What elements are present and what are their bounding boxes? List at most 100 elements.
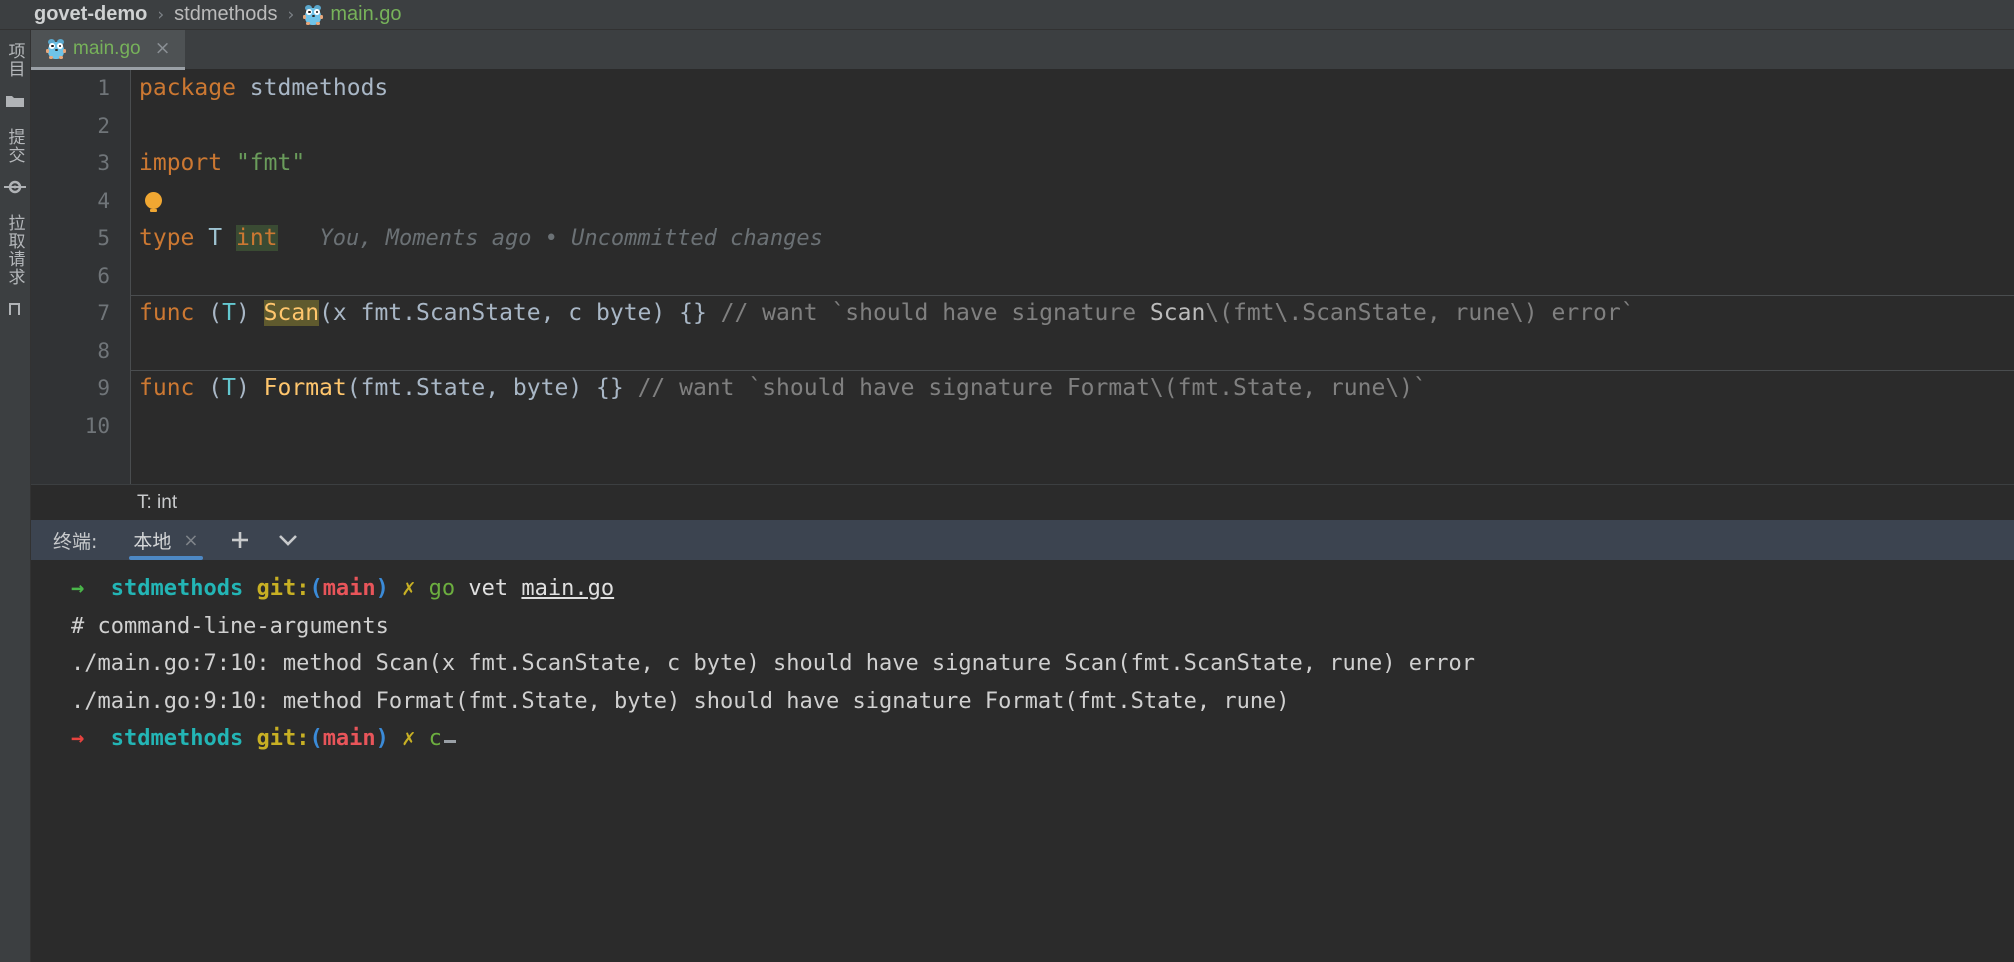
left-tool-rail: 项目 提交 拉取请求 <box>0 30 31 962</box>
terminal-output-line: # command-line-arguments <box>71 608 2014 646</box>
commit-node-icon[interactable] <box>4 174 26 200</box>
space <box>194 300 208 326</box>
keyword-import: import <box>139 150 222 176</box>
command-arg: vet <box>468 576 508 601</box>
function-body: {} <box>596 375 624 401</box>
go-gopher-icon <box>304 5 322 25</box>
terminal-output[interactable]: → stdmethods git:(main) ✗ go vet main.go… <box>31 560 2014 962</box>
sidebar-item-project[interactable]: 项目 <box>3 42 28 78</box>
code-content[interactable]: package stdmethods import "fmt" type T i… <box>131 70 2014 484</box>
breadcrumb-separator-icon: › <box>157 5 164 25</box>
code-line-9: func (T) Format(fmt.State, byte) {} // w… <box>131 370 2014 408</box>
keyword-func: func <box>139 300 194 326</box>
close-icon[interactable]: × <box>183 530 198 551</box>
close-icon[interactable]: × <box>155 39 171 58</box>
code-line-1: package stdmethods <box>131 70 2014 108</box>
keyword-package: package <box>139 75 236 101</box>
terminal-prompt-line: → stdmethods git:(main) ✗ c <box>71 720 2014 758</box>
terminal-tab-local[interactable]: 本地 × <box>123 520 208 560</box>
go-gopher-icon <box>47 39 65 59</box>
line-number: 5 <box>31 220 130 258</box>
terminal-output-line: ./main.go:7:10: method Scan(x fmt.ScanSt… <box>71 645 2014 683</box>
terminal-tab-label: 本地 <box>133 527 171 554</box>
function-body: {} <box>679 300 707 326</box>
prompt-arrow-icon: → <box>71 576 84 601</box>
breadcrumb-separator-icon: › <box>288 5 295 25</box>
prompt-git-label: git: <box>256 576 309 601</box>
paren-open: ( <box>208 375 222 401</box>
line-number: 1 <box>31 70 130 108</box>
breadcrumb-item-package[interactable]: stdmethods <box>174 3 277 26</box>
line-number: 7 <box>31 295 130 333</box>
prompt-branch: main <box>323 726 376 751</box>
editor-tab-label: main.go <box>73 38 141 60</box>
space <box>194 375 208 401</box>
prompt-git-label: git: <box>256 726 309 751</box>
plus-icon[interactable] <box>223 523 257 557</box>
breadcrumb-item-project[interactable]: govet-demo <box>34 3 147 26</box>
line-number-gutter: 1 2 3 4 5 6 7 8 9 10 <box>31 70 131 484</box>
code-line-5: type T int You, Moments ago • Uncommitted… <box>131 220 2014 258</box>
function-name-format: Format <box>264 375 347 401</box>
chevron-down-icon[interactable] <box>271 523 305 557</box>
paren-close: ) <box>376 576 389 601</box>
terminal-title: 终端: <box>53 527 97 554</box>
paren-open: ( <box>309 576 322 601</box>
method-separator <box>131 295 2014 296</box>
code-editor[interactable]: 1 2 3 4 5 6 7 8 9 10 package stdmethods … <box>31 70 2014 484</box>
lightbulb-icon[interactable] <box>145 192 162 209</box>
prompt-directory: stdmethods <box>111 576 243 601</box>
terminal-prompt-line: → stdmethods git:(main) ✗ go vet main.go <box>71 570 2014 608</box>
command-name: go <box>429 576 456 601</box>
line-number: 4 <box>31 183 130 221</box>
pull-request-icon[interactable] <box>4 296 26 322</box>
folder-icon[interactable] <box>4 88 26 114</box>
paren-open: ( <box>208 300 222 326</box>
terminal-cursor <box>444 740 456 743</box>
code-line-2 <box>131 108 2014 146</box>
line-number: 6 <box>31 258 130 296</box>
comment-part-a: // want `should have signature <box>707 300 1150 326</box>
space <box>236 75 250 101</box>
comment-part-b: \(fmt\.ScanState, rune\) error` <box>1205 300 1634 326</box>
sidebar-item-commit[interactable]: 提交 <box>3 128 28 164</box>
function-params: (fmt.State, byte) <box>347 375 596 401</box>
type-int: int <box>236 225 278 251</box>
paren-close: ) <box>236 375 264 401</box>
line-number: 8 <box>31 333 130 371</box>
sidebar-item-pull-requests[interactable]: 拉取请求 <box>3 214 28 286</box>
dirty-marker-icon: ✗ <box>402 726 415 751</box>
comment-highlight-scan: Scan <box>1150 300 1205 326</box>
breadcrumb-item-file[interactable]: main.go <box>330 3 401 26</box>
function-name-scan: Scan <box>264 300 319 326</box>
prompt-branch: main <box>323 576 376 601</box>
receiver-type: T <box>222 300 236 326</box>
command-input[interactable]: c <box>429 726 442 751</box>
keyword-type: type <box>139 225 194 251</box>
receiver-type: T <box>222 375 236 401</box>
editor-tab-strip: main.go × <box>31 30 2014 70</box>
code-line-10 <box>131 408 2014 446</box>
line-number: 2 <box>31 108 130 146</box>
line-number: 9 <box>31 370 130 408</box>
git-blame-annotation: You, Moments ago • Uncommitted changes <box>320 226 823 251</box>
function-params: (x fmt.ScanState, c byte) <box>319 300 679 326</box>
dirty-marker-icon: ✗ <box>402 576 415 601</box>
prompt-arrow-icon: → <box>71 726 84 751</box>
code-line-8 <box>131 333 2014 371</box>
comment: // want `should have signature Format\(f… <box>624 375 1427 401</box>
command-file-link[interactable]: main.go <box>521 576 614 601</box>
method-separator <box>131 370 2014 371</box>
code-line-7: func (T) Scan(x fmt.ScanState, c byte) {… <box>131 295 2014 333</box>
terminal-header: 终端: 本地 × <box>31 520 2014 560</box>
package-name: stdmethods <box>250 75 388 101</box>
terminal-output-line: ./main.go:9:10: method Format(fmt.State,… <box>71 683 2014 721</box>
line-number: 10 <box>31 408 130 446</box>
keyword-func: func <box>139 375 194 401</box>
line-number: 3 <box>31 145 130 183</box>
space <box>222 150 236 176</box>
paren-open: ( <box>309 726 322 751</box>
space <box>194 225 208 251</box>
type-name-T: T <box>208 225 222 251</box>
editor-tab-main-go[interactable]: main.go × <box>31 30 185 70</box>
